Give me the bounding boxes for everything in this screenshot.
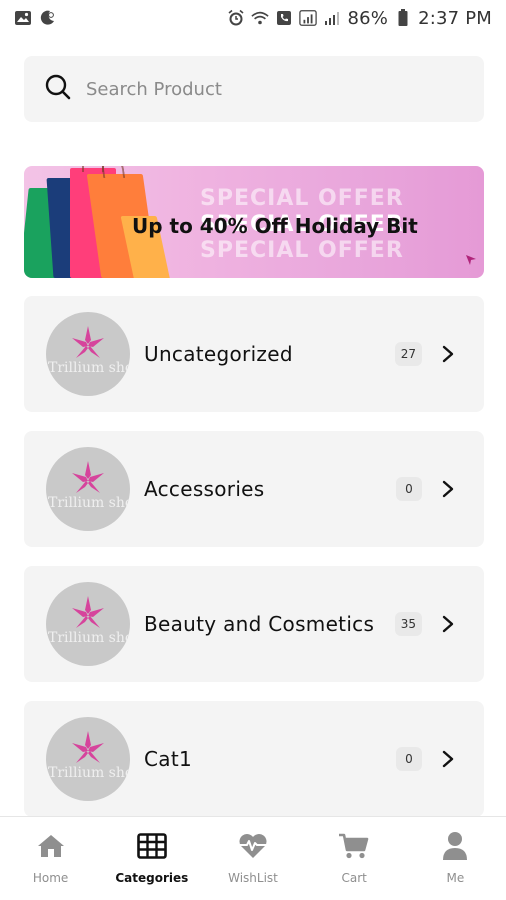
search-icon xyxy=(44,73,72,106)
home-icon xyxy=(36,831,66,861)
category-avatar: Trillium shop xyxy=(46,582,130,666)
lily-logo-icon xyxy=(72,326,104,358)
signal-sim-icon xyxy=(299,9,318,27)
category-count-badge: 27 xyxy=(394,342,422,366)
signal-icon xyxy=(323,9,341,27)
grid-icon xyxy=(136,831,167,861)
category-name: Uncategorized xyxy=(144,342,293,366)
chevron-right-icon xyxy=(442,747,456,771)
category-avatar: Trillium shop xyxy=(46,447,130,531)
search-bar[interactable] xyxy=(24,56,484,122)
category-name: Accessories xyxy=(144,477,265,501)
banner-ghost-text: SPECIAL OFFER xyxy=(200,186,404,211)
avatar-brand-text: Trillium shop xyxy=(48,360,130,376)
nav-label: Me xyxy=(446,871,465,885)
category-name: Cat1 xyxy=(144,747,192,771)
category-card[interactable]: Trillium shop Accessories 0 xyxy=(24,431,484,547)
heart-pulse-icon xyxy=(237,831,269,861)
battery-icon xyxy=(394,9,412,27)
nav-cart[interactable]: Cart xyxy=(304,817,405,900)
status-bar: 86% 2:37 PM xyxy=(0,0,506,36)
avatar-brand-text: Trillium shop xyxy=(48,630,130,646)
banner-title: Up to 40% Off Holiday Bit xyxy=(132,214,418,238)
user-icon xyxy=(442,831,468,861)
category-count-badge: 0 xyxy=(396,747,422,771)
status-right: 86% 2:37 PM xyxy=(227,8,492,29)
category-card[interactable]: Trillium shop Cat1 0 xyxy=(24,701,484,817)
promo-banner[interactable]: SPECIAL OFFER SPECIAL OFFER SPECIAL OFFE… xyxy=(24,166,484,278)
chevron-right-icon xyxy=(442,342,456,366)
nav-label: Categories xyxy=(115,871,189,885)
lily-logo-icon xyxy=(72,731,104,763)
chevron-right-icon xyxy=(442,612,456,636)
clock: 2:37 PM xyxy=(418,7,492,29)
alarm-icon xyxy=(227,9,245,27)
search-input[interactable] xyxy=(86,78,446,100)
category-avatar: Trillium shop xyxy=(46,312,130,396)
avatar-brand-text: Trillium shop xyxy=(48,765,130,781)
category-card[interactable]: Trillium shop Uncategorized 27 xyxy=(24,296,484,412)
nav-label: WishList xyxy=(228,871,278,885)
nav-label: Cart xyxy=(341,871,367,885)
lily-logo-icon xyxy=(72,461,104,493)
battery-percent: 86% xyxy=(347,7,389,29)
category-avatar: Trillium shop xyxy=(46,717,130,801)
lily-logo-icon xyxy=(72,596,104,628)
category-card[interactable]: Trillium shop Beauty and Cosmetics 35 xyxy=(24,566,484,682)
wifi-call-icon xyxy=(251,9,270,27)
do-not-disturb-icon xyxy=(38,9,56,27)
category-count-badge: 35 xyxy=(394,612,422,636)
nav-home[interactable]: Home xyxy=(0,817,101,900)
category-count-badge: 0 xyxy=(396,477,422,501)
nav-label: Home xyxy=(32,871,69,885)
gallery-icon xyxy=(14,9,32,27)
avatar-brand-text: Trillium shop xyxy=(48,495,130,511)
cursor-icon xyxy=(464,253,478,272)
cart-icon xyxy=(338,831,370,861)
phone-icon xyxy=(275,9,293,27)
nav-categories[interactable]: Categories xyxy=(101,817,202,900)
nav-me[interactable]: Me xyxy=(405,817,506,900)
bottom-nav: Home Categories WishList Cart Me xyxy=(0,816,506,900)
banner-ghost-text: SPECIAL OFFER xyxy=(200,238,404,263)
nav-wishlist[interactable]: WishList xyxy=(202,817,303,900)
status-left xyxy=(14,9,56,27)
category-name: Beauty and Cosmetics xyxy=(144,612,375,636)
chevron-right-icon xyxy=(442,477,456,501)
